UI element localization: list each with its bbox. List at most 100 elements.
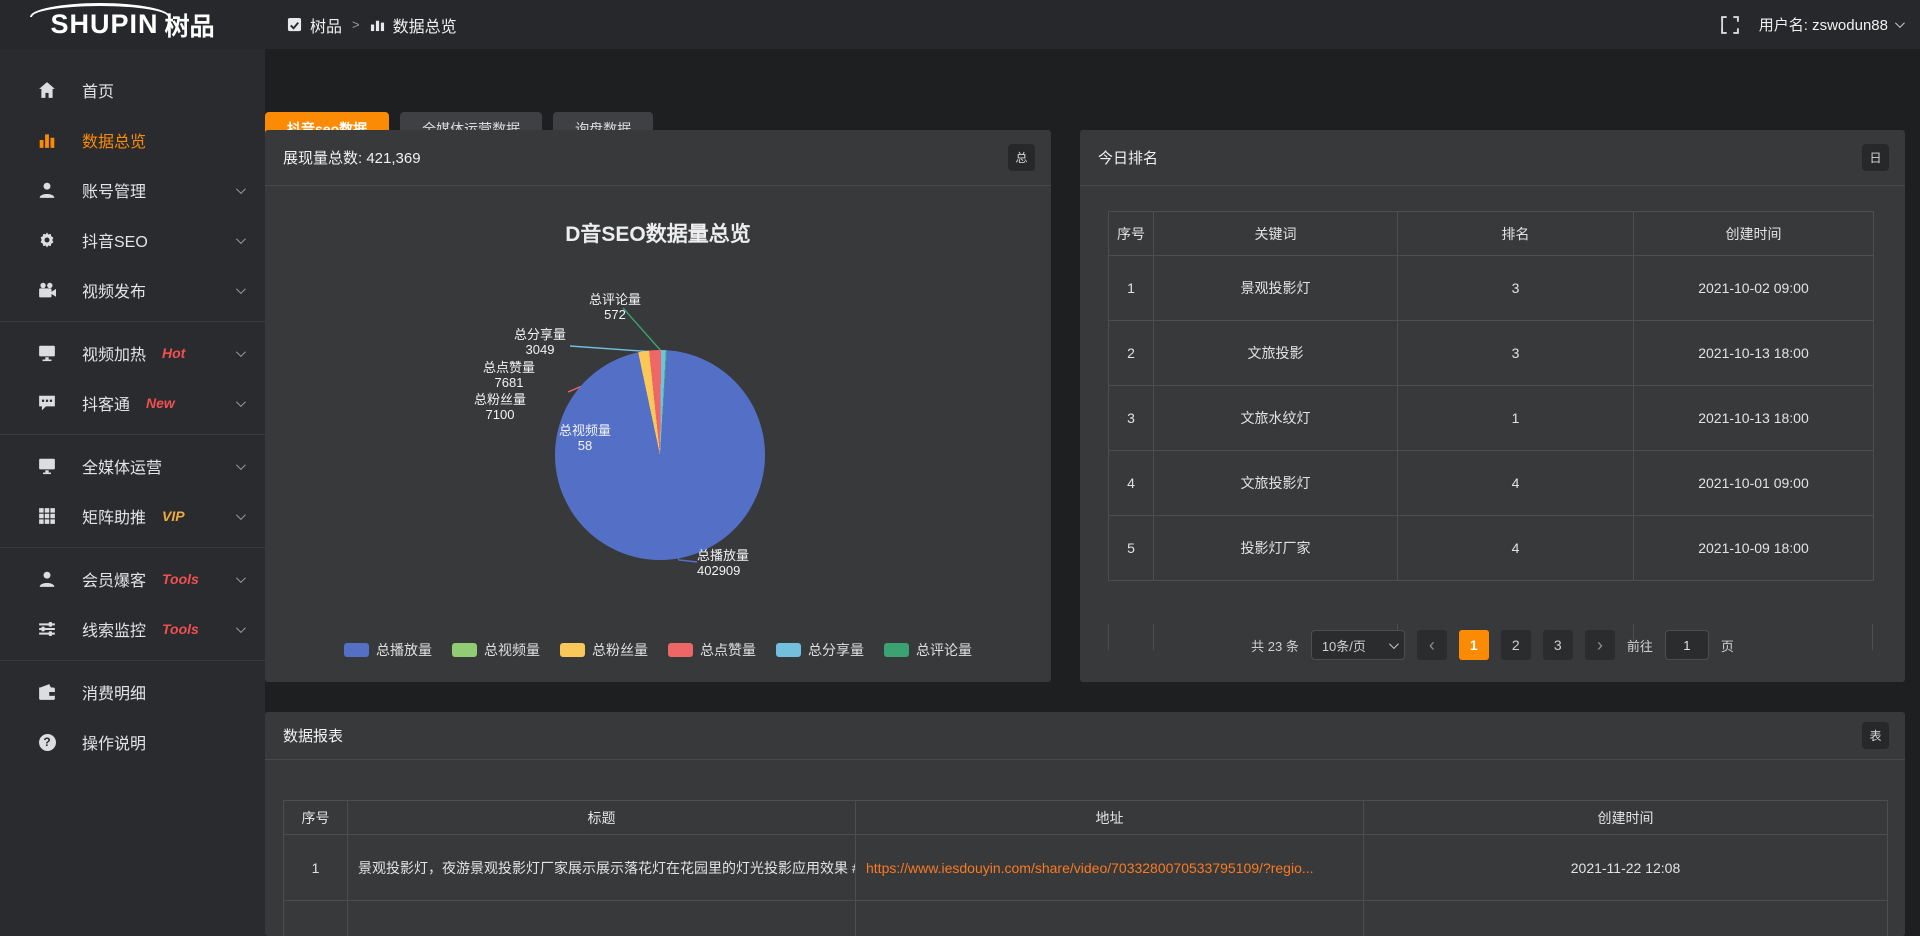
sidebar-item-label: 视频发布 (82, 278, 146, 302)
page-size-select[interactable]: 10条/页 (1311, 630, 1405, 660)
header-right-group: 用户名: zswodun88 (1721, 14, 1920, 35)
grid-icon (38, 507, 56, 525)
legend-item-comments[interactable]: 总评论量 (884, 640, 972, 660)
sidebar-nav: 首页 数据总览 账号管理 抖音SEO 视频发布 视频加热 Hot (0, 49, 265, 936)
col-index: 序号 (284, 801, 348, 835)
col-url: 地址 (856, 801, 1364, 835)
page-unit-label: 页 (1721, 636, 1734, 655)
sidebar-item-lead-monitor[interactable]: 线索监控 Tools (0, 604, 265, 654)
chevron-down-icon (236, 284, 246, 294)
wallet-icon (38, 683, 56, 701)
sidebar-item-member-burst[interactable]: 会员爆客 Tools (0, 554, 265, 604)
sidebar-divider (0, 660, 265, 661)
chevron-down-icon (236, 347, 246, 357)
chevron-down-icon (236, 510, 246, 520)
legend-item-plays[interactable]: 总播放量 (344, 640, 432, 660)
username-label: 用户名: zswodun88 (1759, 14, 1888, 35)
user-menu[interactable]: 用户名: zswodun88 (1759, 14, 1902, 35)
bar-chart-icon (38, 131, 56, 149)
sidebar-item-label: 首页 (82, 78, 114, 102)
table-row-partial (284, 901, 1888, 936)
table-row: 3 文旅水纹灯 1 2021-10-13 18:00 (1109, 386, 1874, 451)
col-title: 标题 (348, 801, 856, 835)
sidebar-item-data-overview[interactable]: 数据总览 (0, 115, 265, 165)
legend-swatch (560, 643, 585, 657)
cell-index: 2 (1109, 321, 1154, 386)
question-icon: ? (38, 733, 56, 751)
user-icon (38, 181, 56, 199)
pie-label-shares: 总分享量3049 (485, 327, 595, 357)
cell-rank: 1 (1398, 386, 1634, 451)
chevron-down-icon (236, 184, 246, 194)
sidebar-divider (0, 321, 265, 322)
sidebar-item-douyin-seo[interactable]: 抖音SEO (0, 215, 265, 265)
table-row: 5 投影灯厂家 4 2021-10-09 18:00 (1109, 516, 1874, 581)
pie-label-likes: 总点赞量7681 (454, 360, 564, 390)
pie-chart: D音SEO数据量总览 总评论量572 总分享量3049 总点赞量7681 总粉丝… (265, 186, 1051, 682)
cell-keyword: 投影灯厂家 (1154, 516, 1398, 581)
sidebar-item-video-publish[interactable]: 视频发布 (0, 265, 265, 315)
page-button-3[interactable]: 3 (1543, 630, 1573, 660)
cell-rank: 3 (1398, 321, 1634, 386)
goto-label: 前往 (1627, 636, 1653, 655)
breadcrumb-root-icon (287, 17, 302, 32)
sidebar-item-label: 矩阵助推 (82, 504, 146, 528)
logo-text-cn: 树品 (165, 7, 215, 43)
sidebar-item-home[interactable]: 首页 (0, 65, 265, 115)
next-page-button[interactable]: › (1585, 630, 1615, 660)
breadcrumb-root[interactable]: 树品 (310, 13, 342, 37)
cell-created: 2021-10-02 09:00 (1634, 256, 1874, 321)
legend-swatch (668, 643, 693, 657)
chevron-down-icon (236, 623, 246, 633)
day-corner-button[interactable]: 日 (1862, 144, 1889, 171)
sidebar-item-label: 全媒体运营 (82, 454, 162, 478)
sidebar-item-video-heat[interactable]: 视频加热 Hot (0, 328, 265, 378)
cell-keyword: 文旅投影灯 (1154, 451, 1398, 516)
panel-header: 今日排名 日 (1080, 130, 1905, 186)
total-corner-button[interactable]: 总 (1008, 144, 1035, 171)
table-corner-button[interactable]: 表 (1862, 722, 1889, 749)
sidebar-item-label: 线索监控 (82, 617, 146, 641)
page-button-2[interactable]: 2 (1501, 630, 1531, 660)
sidebar-item-account[interactable]: 账号管理 (0, 165, 265, 215)
cell-index: 3 (1109, 386, 1154, 451)
gear-icon (38, 231, 56, 249)
vip-badge: VIP (162, 508, 185, 524)
legend-item-likes[interactable]: 总点赞量 (668, 640, 756, 660)
cell-index: 5 (1109, 516, 1154, 581)
pie-label-comments: 总评论量572 (560, 292, 670, 322)
goto-page-input[interactable] (1665, 630, 1709, 660)
prev-page-button[interactable]: ‹ (1417, 630, 1447, 660)
sidebar-item-matrix-boost[interactable]: 矩阵助推 VIP (0, 491, 265, 541)
tools-badge: Tools (162, 621, 199, 637)
page-size-value: 10条/页 (1322, 636, 1366, 655)
legend-item-videos[interactable]: 总视频量 (452, 640, 540, 660)
legend-item-fans[interactable]: 总粉丝量 (560, 640, 648, 660)
cell-created: 2021-10-09 18:00 (1634, 516, 1874, 581)
sidebar-item-spend-detail[interactable]: 消费明细 (0, 667, 265, 717)
cell-created: 2021-10-13 18:00 (1634, 321, 1874, 386)
cell-created: 2021-11-22 12:08 (1364, 835, 1888, 901)
top-header: SHUPIN 树品 树品 > 数据总览 用户名: zswodun88 (0, 0, 1920, 49)
logo-arc-decoration (30, 3, 170, 17)
legend-swatch (452, 643, 477, 657)
breadcrumb: 树品 > 数据总览 (287, 13, 457, 37)
pie-graphic[interactable] (555, 350, 765, 560)
chevron-down-icon (236, 397, 246, 407)
video-link[interactable]: https://www.iesdouyin.com/share/video/70… (866, 860, 1314, 876)
cell-url: https://www.iesdouyin.com/share/video/70… (856, 835, 1364, 901)
sidebar-item-label: 抖音SEO (82, 228, 148, 252)
sidebar-item-media-ops[interactable]: 全媒体运营 (0, 441, 265, 491)
legend-item-shares[interactable]: 总分享量 (776, 640, 864, 660)
sidebar-item-douketong[interactable]: 抖客通 New (0, 378, 265, 428)
col-index: 序号 (1109, 212, 1154, 256)
new-badge: New (146, 395, 175, 411)
sidebar-item-help[interactable]: ? 操作说明 (0, 717, 265, 767)
sliders-icon (38, 620, 56, 638)
page-button-1[interactable]: 1 (1459, 630, 1489, 660)
impressions-total-label: 展现量总数: 421,369 (283, 147, 421, 168)
sidebar-item-label: 消费明细 (82, 680, 146, 704)
ranking-panel-title: 今日排名 (1098, 147, 1158, 168)
cell-rank: 3 (1398, 256, 1634, 321)
fullscreen-icon[interactable] (1721, 16, 1739, 34)
